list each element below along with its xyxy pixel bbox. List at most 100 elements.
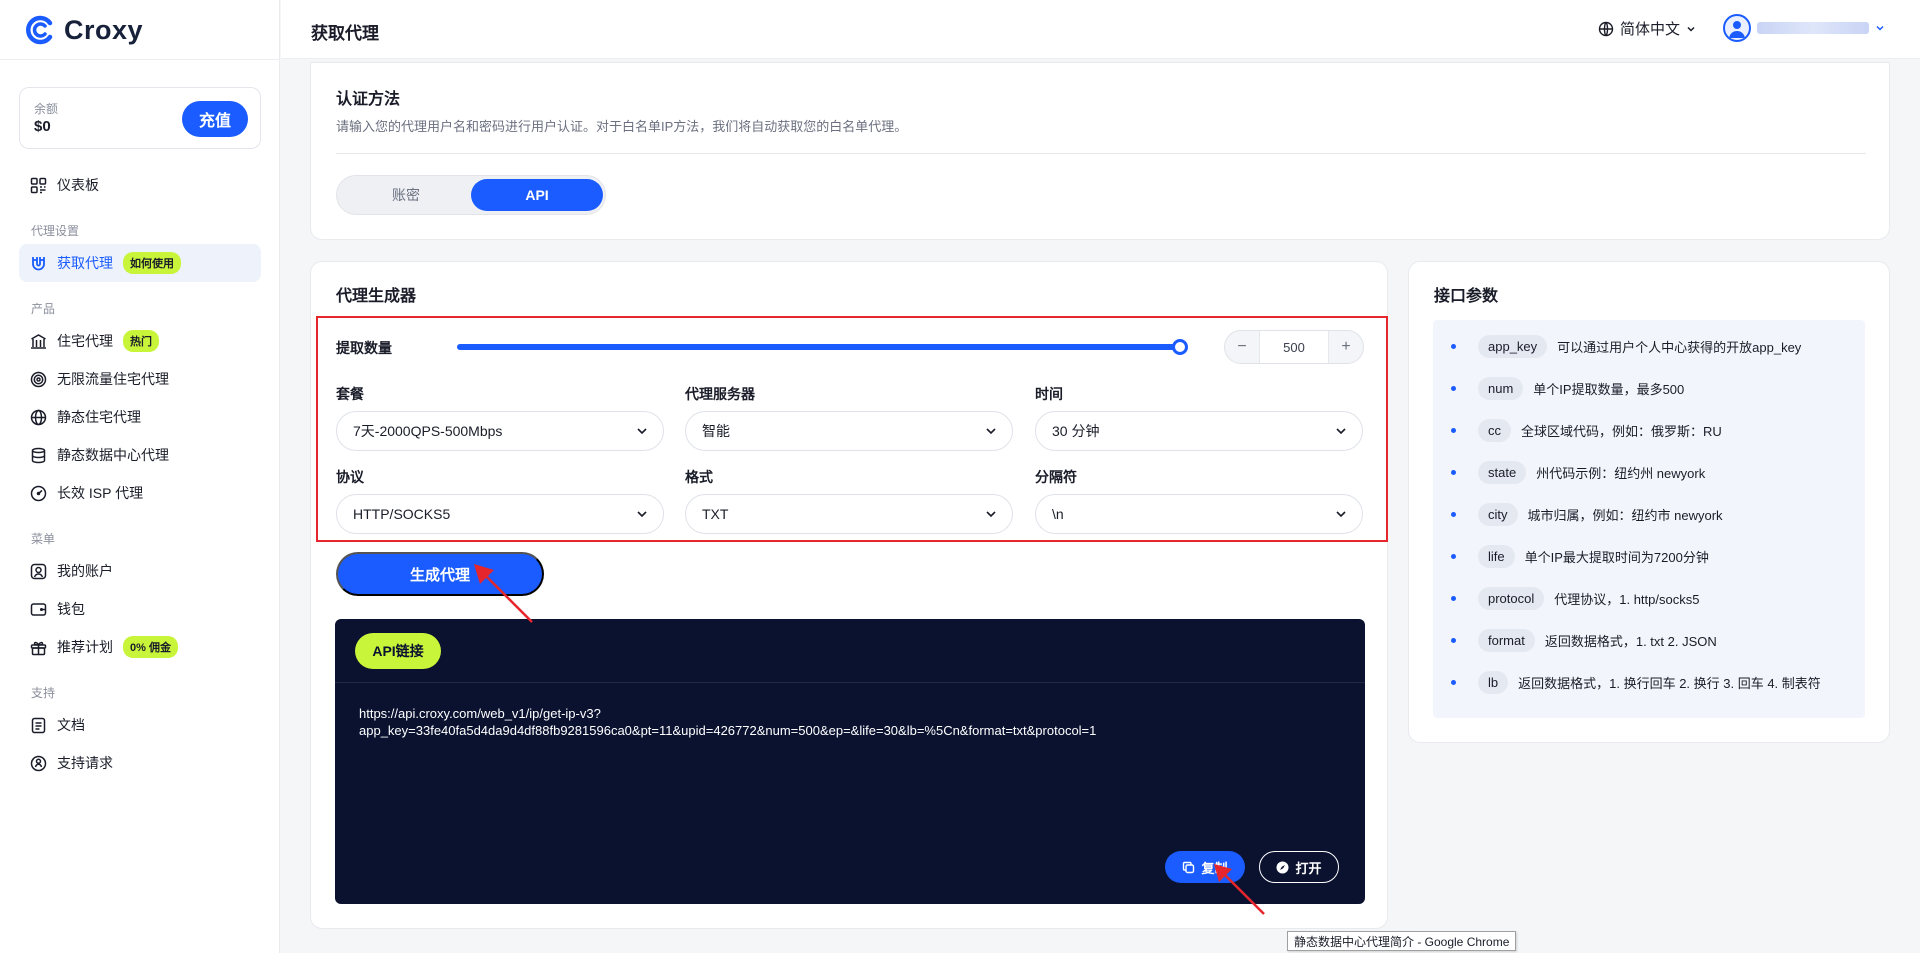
database-icon	[30, 447, 47, 464]
sidebar-item-label: 住宅代理	[57, 333, 113, 349]
quantity-label: 提取数量	[336, 340, 392, 356]
generate-proxy-button[interactable]: 生成代理	[336, 552, 544, 596]
param-desc: 城市归属，例如：纽约市 newyork	[1527, 507, 1723, 523]
protocol-select[interactable]: HTTP/SOCKS5	[336, 494, 664, 534]
sidebar-item-account[interactable]: 我的账户	[19, 552, 261, 590]
sidebar-item-long-isp[interactable]: 长效 ISP 代理	[19, 474, 261, 512]
hot-badge: 热门	[123, 330, 159, 352]
param-desc: 全球区域代码，例如：俄罗斯：RU	[1521, 423, 1722, 439]
building-icon	[30, 333, 47, 350]
magnet-icon	[30, 255, 47, 272]
sidebar-item-static-residential[interactable]: 静态住宅代理	[19, 398, 261, 436]
sidebar-item-support[interactable]: 支持请求	[19, 744, 261, 782]
api-params-card: 接口参数 app_key 可以通过用户个人中心获得的开放app_key num 单个…	[1408, 261, 1890, 743]
bullet	[1451, 427, 1456, 433]
params-title: 接口参数	[1434, 288, 1499, 305]
sidebar-item-label: 我的账户	[57, 563, 113, 579]
bullet	[1451, 343, 1456, 349]
param-key: protocol	[1478, 586, 1545, 610]
tab-account-password[interactable]: 账密	[340, 179, 472, 211]
quantity-stepper: − 500 +	[1224, 330, 1364, 364]
document-icon	[30, 717, 47, 734]
copy-icon	[1183, 861, 1195, 873]
page-title: 获取代理	[311, 24, 379, 43]
sidebar-item-static-datacenter[interactable]: 静态数据中心代理	[19, 436, 261, 474]
param-desc: 单个IP最大提取时间为7200分钟	[1524, 549, 1709, 565]
time-select[interactable]: 30 分钟	[1035, 411, 1363, 451]
bullet	[1451, 511, 1456, 517]
sidebar-item-label: 仪表板	[57, 177, 99, 193]
support-icon	[30, 755, 47, 772]
param-key: num	[1478, 376, 1524, 400]
browser-tooltip: 静态数据中心代理简介 - Google Chrome	[1287, 931, 1517, 951]
sidebar-item-wallet[interactable]: 钱包	[19, 590, 261, 628]
gift-icon	[30, 639, 47, 656]
bullet	[1451, 679, 1456, 685]
quantity-slider-handle[interactable]	[1172, 339, 1188, 355]
param-key: city	[1478, 502, 1518, 526]
topbar: 获取代理 简体中文	[281, 0, 1920, 59]
chevron-down-icon	[637, 428, 647, 435]
sidebar-item-dashboard[interactable]: 仪表板	[19, 166, 261, 204]
croxy-logo-icon	[26, 15, 53, 45]
plan-select[interactable]: 7天-2000QPS-500Mbps	[336, 411, 664, 451]
language-switcher[interactable]: 简体中文	[1598, 18, 1696, 39]
avatar	[1723, 14, 1751, 42]
proxy-generator-card: 代理生成器 提取数量 − 500 + 套餐 7天-2000QPS-500Mbps…	[310, 261, 1388, 929]
sidebar-item-docs[interactable]: 文档	[19, 706, 261, 744]
user-menu[interactable]	[1723, 14, 1885, 42]
sidebar-item-label: 推荐计划	[57, 639, 113, 655]
auth-method-card: 认证方法 请输入您的代理用户名和密码进行用户认证。对于白名单IP方法，我们将自动…	[310, 62, 1890, 240]
sidebar-item-label: 长效 ISP 代理	[57, 485, 144, 501]
server-select[interactable]: 智能	[685, 411, 1013, 451]
param-key: format	[1478, 628, 1535, 652]
sidebar-item-label: 获取代理	[57, 255, 113, 271]
quantity-slider-track[interactable]	[457, 344, 1185, 350]
server-label: 代理服务器	[685, 386, 755, 402]
sidebar-item-referral[interactable]: 推荐计划 0% 佣金	[19, 628, 261, 666]
wallet-icon	[30, 601, 47, 618]
protocol-value: HTTP/SOCKS5	[353, 506, 451, 522]
auth-title: 认证方法	[336, 91, 401, 108]
quantity-input[interactable]: 500	[1259, 331, 1329, 363]
format-select[interactable]: TXT	[685, 494, 1013, 534]
separator-select[interactable]: \n	[1035, 494, 1363, 534]
list-item: protocol 代理协议，1. http/socks5	[1451, 585, 1699, 611]
api-url-line-2: app_key=33fe40fa5d4da9d4df88fb9281596ca0…	[359, 723, 1097, 738]
list-item: city 城市归属，例如：纽约市 newyork	[1451, 501, 1723, 527]
param-key: app_key	[1478, 334, 1548, 358]
how-to-use-badge[interactable]: 如何使用	[123, 252, 181, 274]
brand-logo[interactable]: Croxy	[24, 12, 143, 48]
sidebar-item-get-proxy[interactable]: 获取代理 如何使用	[19, 244, 261, 282]
increment-button[interactable]: +	[1329, 331, 1363, 363]
sidebar-item-label: 文档	[57, 717, 85, 733]
globe-icon	[1598, 21, 1614, 36]
tab-api[interactable]: API	[471, 179, 603, 211]
language-label: 简体中文	[1620, 21, 1681, 38]
user-icon	[1729, 21, 1745, 38]
sidebar-item-unlimited[interactable]: 无限流量住宅代理	[19, 360, 261, 398]
api-url-text[interactable]: https://api.croxy.com/web_v1/ip/get-ip-v…	[359, 705, 1339, 739]
open-button[interactable]: 打开	[1259, 851, 1339, 883]
sidebar: Croxy 余额 $0 充值 仪表板 代理设置 获取代理 如何使用 产品 住宅代…	[0, 0, 280, 953]
recharge-button[interactable]: 充值	[182, 101, 248, 137]
copy-button[interactable]: 复制	[1165, 851, 1245, 883]
server-value: 智能	[702, 423, 730, 439]
api-link-badge: API链接	[355, 633, 441, 669]
chevron-down-icon	[1336, 428, 1346, 435]
param-desc: 代理协议，1. http/socks5	[1554, 591, 1700, 607]
param-desc: 州代码示例：纽约州 newyork	[1536, 465, 1706, 481]
decrement-button[interactable]: −	[1225, 331, 1259, 363]
nav-section-support: 支持	[31, 686, 56, 700]
time-value: 30 分钟	[1052, 423, 1100, 439]
bullet	[1451, 637, 1456, 643]
bullet	[1451, 553, 1456, 559]
sidebar-item-residential[interactable]: 住宅代理 热门	[19, 322, 261, 360]
open-label: 打开	[1295, 860, 1322, 876]
user-square-icon	[30, 563, 47, 580]
plan-value: 7天-2000QPS-500Mbps	[353, 423, 503, 439]
param-desc: 返回数据格式，1. txt 2. JSON	[1544, 633, 1717, 649]
balance-label: 余额	[34, 102, 59, 116]
param-desc: 返回数据格式，1. 换行回车 2. 换行 3. 回车 4. 制表符	[1518, 675, 1821, 691]
chevron-down-icon	[1687, 26, 1695, 32]
